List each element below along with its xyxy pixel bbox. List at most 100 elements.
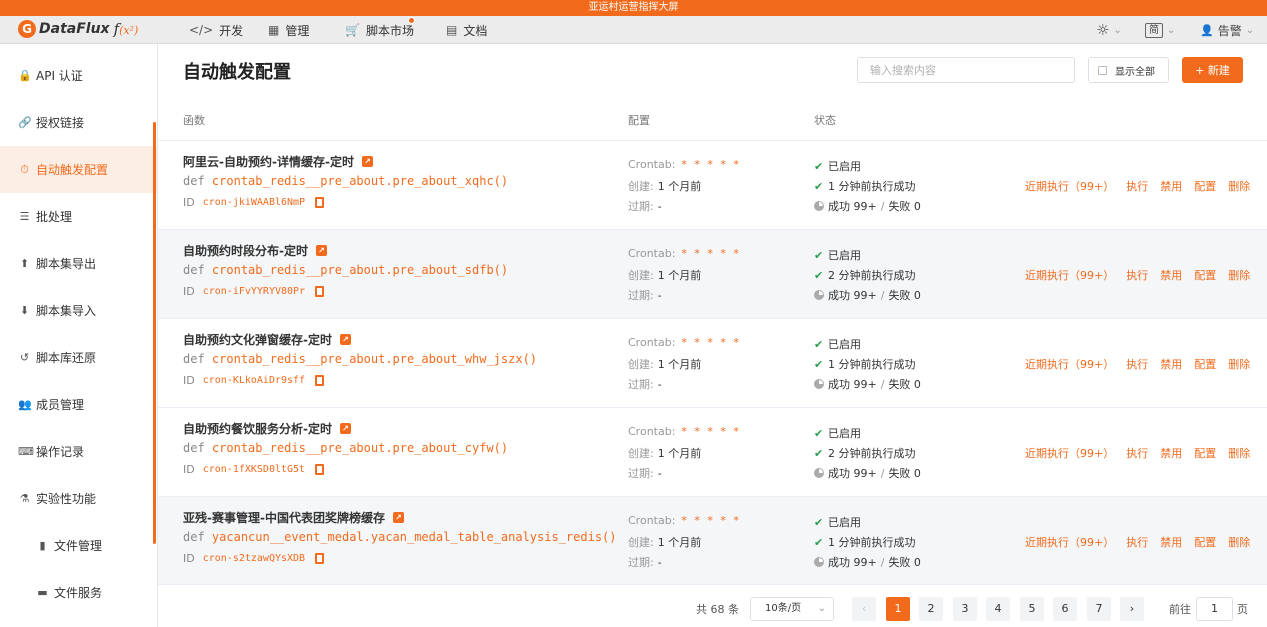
sidebar-item-script-restore[interactable]: ↺ 脚本库还原 — [0, 334, 157, 381]
sidebar-item-script-import[interactable]: ⬇ 脚本集导入 — [0, 287, 157, 334]
sidebar-item-auth-link[interactable]: 🔗 授权链接 — [0, 99, 157, 146]
sidebar-item-api-auth[interactable]: 🔒 API 认证 — [0, 52, 157, 99]
disable-link[interactable]: 禁用 — [1160, 445, 1182, 461]
sidebar-item-label: 自动触发配置 — [36, 163, 109, 177]
func-id-value: cron-iFvYYRYV80Pr — [202, 286, 306, 297]
func-name[interactable]: crontab_redis__pre_about.pre_about_cyfw(… — [212, 441, 508, 455]
new-button[interactable]: + 新建 — [1182, 57, 1243, 83]
delete-link[interactable]: 删除 — [1228, 267, 1250, 283]
copy-icon[interactable] — [315, 464, 325, 475]
func-name[interactable]: crontab_redis__pre_about.pre_about_xqhc(… — [212, 174, 508, 188]
nav-manage[interactable]: ▦ 管理 — [268, 16, 309, 44]
app-logo[interactable]: G DataFlux f(x²) — [18, 20, 138, 38]
nav-script-market[interactable]: 🛒 脚本市场 — [345, 16, 414, 44]
config-created: 创建: 1 个月前 — [628, 358, 702, 371]
external-link-icon[interactable]: ↗ — [339, 334, 351, 345]
theme-switch[interactable]: ☼ ⌄ — [1096, 16, 1122, 44]
status-last-run: ✔ 1 分钟前执行成功 — [814, 535, 916, 550]
page-button-1[interactable]: 1 — [886, 597, 910, 621]
language-switch[interactable]: 简 ⌄ — [1145, 16, 1175, 44]
run-link[interactable]: 执行 — [1126, 178, 1148, 194]
func-name[interactable]: yacancun__event_medal.yacan_medal_table_… — [212, 530, 617, 544]
run-link[interactable]: 执行 — [1126, 534, 1148, 550]
sidebar-item-label: 批处理 — [36, 210, 73, 224]
recent-runs-link[interactable]: 近期执行（99+） — [1025, 178, 1114, 194]
check-icon: ✔ — [814, 357, 824, 371]
delete-link[interactable]: 删除 — [1228, 178, 1250, 194]
nav-dev[interactable]: </> 开发 — [189, 16, 243, 44]
status-enabled: ✔ 已启用 — [814, 337, 861, 352]
link-icon: 🔗 — [18, 116, 32, 129]
sidebar-item-file-service[interactable]: ▬ 文件服务 — [0, 569, 157, 616]
sidebar-item-experimental[interactable]: ⚗ 实验性功能 — [0, 475, 157, 522]
config-link[interactable]: 配置 — [1194, 356, 1216, 372]
sidebar-item-operation-log[interactable]: ⌨ 操作记录 — [0, 428, 157, 475]
goto-page-input[interactable]: 1 — [1196, 597, 1233, 621]
func-def: def crontab_redis__pre_about.pre_about_w… — [183, 352, 538, 366]
recent-runs-link[interactable]: 近期执行（99+） — [1025, 356, 1114, 372]
status-counts: 成功 99+ / 失败 0 — [814, 287, 921, 303]
sidebar: 🔒 API 认证 🔗 授权链接 ⏱ 自动触发配置 ☰ 批处理 ⬆ 脚本集导出 ⬇… — [0, 44, 158, 627]
sidebar-item-label: 授权链接 — [36, 116, 85, 130]
config-link[interactable]: 配置 — [1194, 267, 1216, 283]
page-title: 自动触发配置 — [183, 62, 291, 83]
run-link[interactable]: 执行 — [1126, 356, 1148, 372]
column-header-func: 函数 — [183, 114, 205, 127]
sidebar-item-script-export[interactable]: ⬆ 脚本集导出 — [0, 240, 157, 287]
config-link[interactable]: 配置 — [1194, 178, 1216, 194]
sidebar-item-label: 实验性功能 — [36, 492, 97, 506]
disable-link[interactable]: 禁用 — [1160, 534, 1182, 550]
language-badge: 简 — [1145, 22, 1163, 38]
page-size-select[interactable]: 10条/页 ⌄ — [750, 597, 834, 621]
config-link[interactable]: 配置 — [1194, 445, 1216, 461]
page-button-2[interactable]: 2 — [919, 597, 943, 621]
row-actions: 近期执行（99+） 执行 禁用 配置 删除 — [1025, 356, 1262, 372]
external-link-icon[interactable]: ↗ — [339, 423, 351, 434]
external-link-icon[interactable]: ↗ — [315, 245, 327, 256]
copy-icon[interactable] — [315, 553, 325, 564]
sidebar-item-auto-trigger[interactable]: ⏱ 自动触发配置 — [0, 146, 157, 193]
check-icon: ✔ — [814, 446, 824, 460]
external-link-icon[interactable]: ↗ — [361, 156, 373, 167]
show-all-checkbox[interactable]: 显示全部 — [1088, 57, 1169, 83]
sidebar-item-batch[interactable]: ☰ 批处理 — [0, 193, 157, 240]
recent-runs-link[interactable]: 近期执行（99+） — [1025, 534, 1114, 550]
recent-runs-link[interactable]: 近期执行（99+） — [1025, 267, 1114, 283]
page-button-5[interactable]: 5 — [1020, 597, 1044, 621]
status-enabled: ✔ 已启用 — [814, 248, 861, 263]
external-link-icon[interactable]: ↗ — [392, 512, 404, 523]
disable-link[interactable]: 禁用 — [1160, 178, 1182, 194]
func-name[interactable]: crontab_redis__pre_about.pre_about_whw_j… — [212, 352, 537, 366]
page-button-6[interactable]: 6 — [1053, 597, 1077, 621]
delete-link[interactable]: 删除 — [1228, 356, 1250, 372]
sidebar-scrollbar[interactable] — [153, 122, 156, 544]
sidebar-item-label: 文件管理 — [54, 539, 103, 553]
copy-icon[interactable] — [315, 375, 325, 386]
sidebar-item-label: 文件服务 — [54, 586, 103, 600]
config-link[interactable]: 配置 — [1194, 534, 1216, 550]
next-page-button[interactable]: › — [1120, 597, 1144, 621]
page-button-7[interactable]: 7 — [1087, 597, 1111, 621]
sidebar-item-file-manage[interactable]: ▮ 文件管理 — [0, 522, 157, 569]
run-link[interactable]: 执行 — [1126, 267, 1148, 283]
disable-link[interactable]: 禁用 — [1160, 356, 1182, 372]
delete-link[interactable]: 删除 — [1228, 445, 1250, 461]
copy-icon[interactable] — [315, 286, 325, 297]
copy-icon[interactable] — [315, 197, 325, 208]
func-name[interactable]: crontab_redis__pre_about.pre_about_sdfb(… — [212, 263, 508, 277]
page-button-3[interactable]: 3 — [953, 597, 977, 621]
delete-link[interactable]: 删除 — [1228, 534, 1250, 550]
run-link[interactable]: 执行 — [1126, 445, 1148, 461]
keyboard-icon: ⌨ — [18, 445, 34, 458]
nav-docs[interactable]: ▤ 文档 — [446, 16, 487, 44]
disable-link[interactable]: 禁用 — [1160, 267, 1182, 283]
sidebar-item-members[interactable]: 👥 成员管理 — [0, 381, 157, 428]
func-id: ID cron-jkiWAABl6NmP — [183, 196, 325, 209]
pie-chart-icon — [814, 201, 824, 211]
page-button-4[interactable]: 4 — [986, 597, 1010, 621]
user-menu[interactable]: 👤 告警 ⌄ — [1200, 16, 1254, 44]
prev-page-button[interactable]: ‹ — [852, 597, 876, 621]
recent-runs-link[interactable]: 近期执行（99+） — [1025, 445, 1114, 461]
search-input[interactable] — [857, 57, 1075, 83]
sidebar-item-label: 脚本集导出 — [36, 257, 97, 271]
